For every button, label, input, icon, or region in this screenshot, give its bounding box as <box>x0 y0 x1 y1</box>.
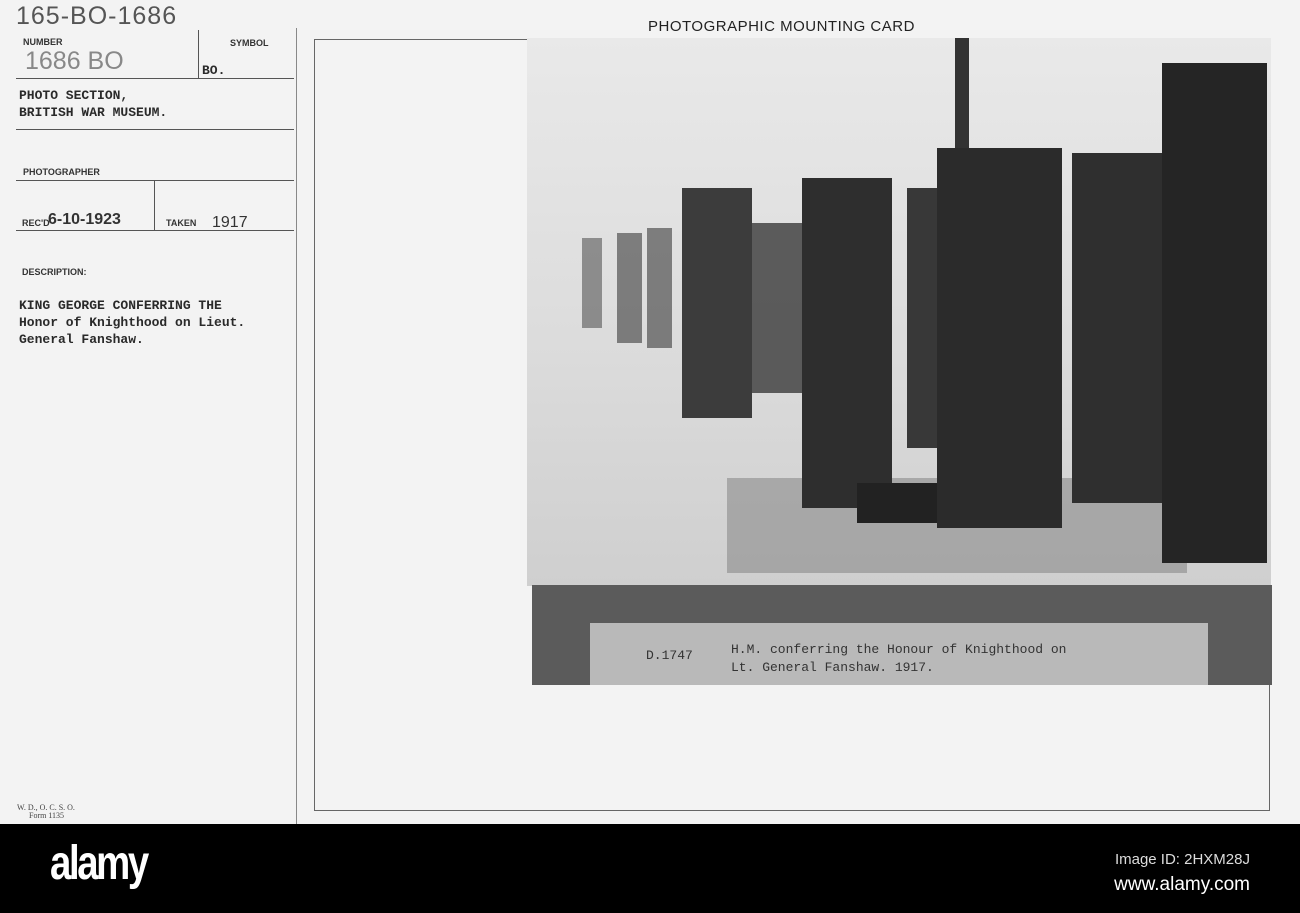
caption-line1: H.M. conferring the Honour of Knighthood… <box>731 642 1067 657</box>
alamy-logo: alamy <box>50 837 149 890</box>
description-label: DESCRIPTION: <box>22 267 87 277</box>
description-line: General Fanshaw. <box>19 332 144 347</box>
symbol-label: SYMBOL <box>230 38 269 48</box>
section-line1: PHOTO SECTION, <box>19 88 129 103</box>
alamy-footer: alamy Image ID: 2HXM28J www.alamy.com <box>0 824 1300 913</box>
handwritten-id: 165-BO-1686 <box>16 2 178 30</box>
card-edge <box>296 28 297 824</box>
divider <box>16 78 294 79</box>
symbol-value: BO. <box>202 63 226 78</box>
number-label: NUMBER <box>23 37 63 47</box>
image-id: Image ID: 2HXM28J <box>1114 851 1250 868</box>
divider <box>16 129 294 130</box>
number-value: 1686 BO <box>25 47 124 75</box>
section-line2: BRITISH WAR MUSEUM. <box>19 105 168 120</box>
photo-scene <box>582 38 1267 573</box>
caption-code: D.1747 <box>646 648 693 663</box>
divider <box>16 230 294 231</box>
recd-value: 6-10-1923 <box>48 211 121 228</box>
divider <box>154 180 155 230</box>
form-line2: Form 1135 <box>29 811 65 820</box>
description-line: Honor of Knighthood on Lieut. <box>19 315 246 330</box>
mounting-title: PHOTOGRAPHIC MOUNTING CARD <box>648 18 915 35</box>
photographer-label: PHOTOGRAPHER <box>23 167 100 177</box>
taken-label: TAKEN <box>166 218 197 228</box>
photograph <box>527 38 1271 586</box>
description-line: KING GEORGE CONFERRING THE <box>19 298 222 313</box>
divider <box>16 180 294 181</box>
alamy-url: www.alamy.com <box>1114 874 1250 895</box>
recd-label: REC'D <box>22 218 50 228</box>
divider <box>198 30 199 78</box>
caption-line2: Lt. General Fanshaw. 1917. <box>731 660 934 675</box>
